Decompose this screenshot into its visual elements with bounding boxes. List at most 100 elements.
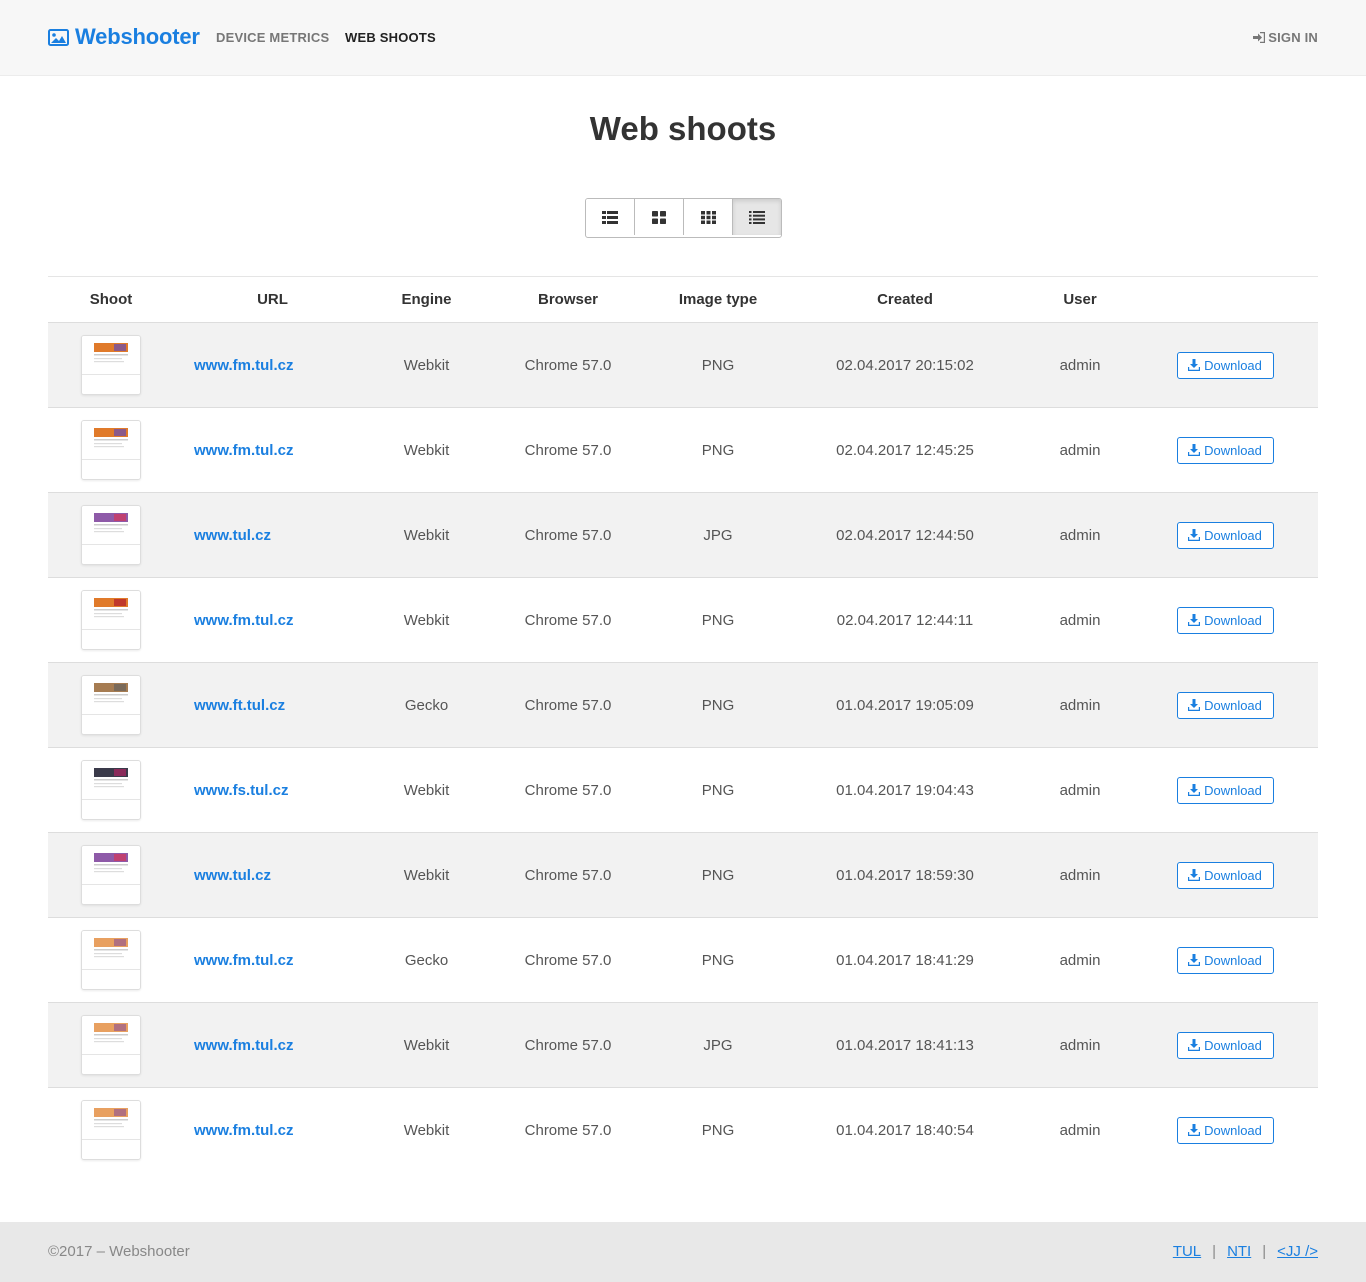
engine-cell: Webkit	[371, 1087, 482, 1172]
shoot-thumbnail[interactable]	[81, 845, 141, 905]
engine-cell: Webkit	[371, 577, 482, 663]
shoot-thumbnail[interactable]	[81, 420, 141, 480]
url-cell: www.fm.tul.cz	[174, 577, 371, 663]
download-icon	[1188, 359, 1201, 371]
actions-cell: Download	[1132, 492, 1318, 578]
footer-link-jj[interactable]: <JJ />	[1277, 1243, 1318, 1260]
table-row: www.fm.tul.cz Webkit Chrome 57.0 PNG 02.04.…	[48, 577, 1318, 663]
download-button[interactable]: Download	[1176, 691, 1274, 719]
view-grid-large-button[interactable]	[635, 199, 684, 235]
header-browser: Browser	[482, 276, 654, 323]
image-type-cell: PNG	[654, 832, 782, 918]
image-type-cell: JPG	[654, 492, 782, 578]
browser-cell: Chrome 57.0	[482, 492, 654, 578]
view-list-thumb-button[interactable]	[586, 199, 635, 235]
url-link[interactable]: www.fs.tul.cz	[194, 782, 288, 799]
shoot-thumbnail[interactable]	[81, 1015, 141, 1075]
download-button[interactable]: Download	[1176, 521, 1274, 549]
sign-in-link[interactable]: SIGN IN	[1253, 30, 1318, 45]
download-button[interactable]: Download	[1176, 1031, 1274, 1059]
nav-web-shoots[interactable]: WEB SHOOTS	[345, 30, 436, 45]
user-cell: admin	[1028, 832, 1132, 918]
shoot-thumbnail[interactable]	[81, 590, 141, 650]
engine-cell: Webkit	[371, 407, 482, 493]
header-created: Created	[782, 276, 1028, 323]
url-cell: www.ft.tul.cz	[174, 662, 371, 748]
shoots-table-wrapper: Shoot URL Engine Browser Image type Crea…	[48, 276, 1318, 1172]
footer-link-nti[interactable]: NTI	[1227, 1243, 1251, 1260]
user-cell: admin	[1028, 492, 1132, 578]
engine-cell: Gecko	[371, 662, 482, 748]
brand-link[interactable]: Webshooter	[48, 22, 200, 52]
engine-cell: Webkit	[371, 1002, 482, 1088]
shoot-cell	[48, 322, 174, 408]
nav-device-metrics[interactable]: DEVICE METRICS	[216, 30, 329, 45]
download-icon	[1188, 954, 1201, 966]
url-link[interactable]: www.ft.tul.cz	[194, 697, 285, 714]
actions-cell: Download	[1132, 577, 1318, 663]
shoot-thumbnail[interactable]	[81, 335, 141, 395]
user-cell: admin	[1028, 1002, 1132, 1088]
browser-cell: Chrome 57.0	[482, 832, 654, 918]
shoot-thumbnail[interactable]	[81, 760, 141, 820]
download-label: Download	[1204, 867, 1262, 883]
browser-cell: Chrome 57.0	[482, 322, 654, 408]
user-cell: admin	[1028, 917, 1132, 1003]
browser-cell: Chrome 57.0	[482, 747, 654, 833]
url-cell: www.fm.tul.cz	[174, 1087, 371, 1172]
view-mode-switcher	[585, 198, 782, 238]
engine-cell: Webkit	[371, 832, 482, 918]
download-label: Download	[1204, 1037, 1262, 1053]
table-row: www.fm.tul.cz Webkit Chrome 57.0 PNG 01.04.…	[48, 1087, 1318, 1172]
url-cell: www.tul.cz	[174, 832, 371, 918]
navbar: Webshooter DEVICE METRICS WEB SHOOTS SIG…	[0, 0, 1366, 76]
url-link[interactable]: www.tul.cz	[194, 527, 271, 544]
footer-link-tul[interactable]: TUL	[1173, 1243, 1201, 1260]
download-button[interactable]: Download	[1176, 776, 1274, 804]
view-list-button[interactable]	[733, 199, 781, 235]
url-link[interactable]: www.fm.tul.cz	[194, 952, 293, 969]
download-label: Download	[1204, 612, 1262, 628]
download-label: Download	[1204, 1122, 1262, 1138]
url-link[interactable]: www.fm.tul.cz	[194, 1122, 293, 1139]
table-row: www.fm.tul.cz Webkit Chrome 57.0 JPG 01.04.…	[48, 1002, 1318, 1088]
download-button[interactable]: Download	[1176, 861, 1274, 889]
download-button[interactable]: Download	[1176, 351, 1274, 379]
user-cell: admin	[1028, 747, 1132, 833]
url-link[interactable]: www.fm.tul.cz	[194, 1037, 293, 1054]
download-button[interactable]: Download	[1176, 436, 1274, 464]
browser-cell: Chrome 57.0	[482, 1087, 654, 1172]
shoot-thumbnail[interactable]	[81, 930, 141, 990]
actions-cell: Download	[1132, 1002, 1318, 1088]
table-row: www.fm.tul.cz Webkit Chrome 57.0 PNG 02.04.…	[48, 322, 1318, 408]
download-label: Download	[1204, 442, 1262, 458]
url-link[interactable]: www.tul.cz	[194, 867, 271, 884]
image-type-cell: JPG	[654, 1002, 782, 1088]
actions-cell: Download	[1132, 662, 1318, 748]
url-link[interactable]: www.fm.tul.cz	[194, 612, 293, 629]
table-row: www.fm.tul.cz Webkit Chrome 57.0 PNG 02.04.…	[48, 407, 1318, 493]
image-type-cell: PNG	[654, 1087, 782, 1172]
image-type-cell: PNG	[654, 407, 782, 493]
brand-name: Webshooter	[75, 24, 200, 49]
download-button[interactable]: Download	[1176, 946, 1274, 974]
user-cell: admin	[1028, 322, 1132, 408]
created-cell: 01.04.2017 19:05:09	[782, 662, 1028, 748]
image-type-cell: PNG	[654, 322, 782, 408]
url-cell: www.fm.tul.cz	[174, 322, 371, 408]
actions-cell: Download	[1132, 1087, 1318, 1172]
shoot-thumbnail[interactable]	[81, 675, 141, 735]
url-cell: www.fm.tul.cz	[174, 407, 371, 493]
view-grid-small-button[interactable]	[684, 199, 733, 235]
shoot-thumbnail[interactable]	[81, 1100, 141, 1160]
download-icon	[1188, 1124, 1201, 1136]
download-button[interactable]: Download	[1176, 1116, 1274, 1144]
url-link[interactable]: www.fm.tul.cz	[194, 442, 293, 459]
user-cell: admin	[1028, 1087, 1132, 1172]
image-type-cell: PNG	[654, 577, 782, 663]
url-cell: www.fm.tul.cz	[174, 917, 371, 1003]
shoot-thumbnail[interactable]	[81, 505, 141, 565]
actions-cell: Download	[1132, 407, 1318, 493]
url-link[interactable]: www.fm.tul.cz	[194, 357, 293, 374]
download-button[interactable]: Download	[1176, 606, 1274, 634]
